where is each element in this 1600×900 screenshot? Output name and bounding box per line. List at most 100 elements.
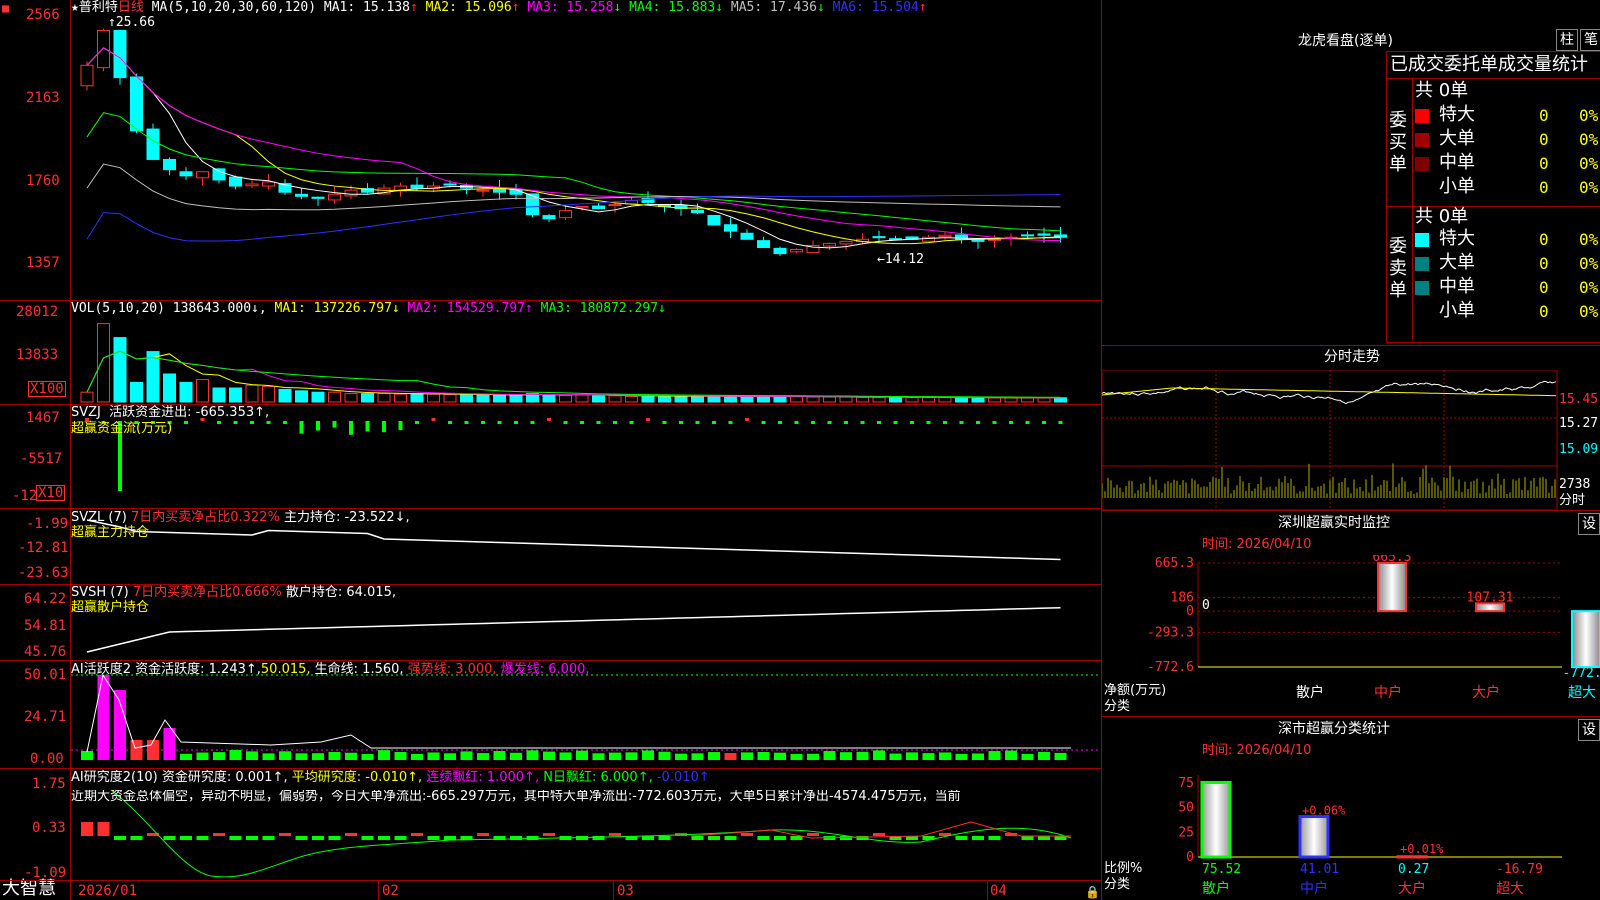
- menu-icon[interactable]: ■: [2, 2, 9, 14]
- candle: [311, 196, 325, 199]
- lock-icon[interactable]: 🔒: [1085, 886, 1100, 898]
- candle: [179, 171, 193, 177]
- order-type: 特大: [1439, 228, 1475, 249]
- research-bar: [1038, 836, 1050, 840]
- candle: [476, 189, 490, 192]
- fund-flow-bar: [1009, 421, 1013, 424]
- volume-bar: [97, 323, 110, 403]
- svsh-sub: 超赢散户持仓: [71, 600, 150, 615]
- activity-bar: [724, 752, 737, 760]
- ma-line: [86, 47, 1061, 245]
- volume-bar: [179, 381, 193, 403]
- activity-bar: [922, 753, 935, 760]
- volume-bar: [839, 396, 853, 403]
- x-tick: 2026/01: [78, 883, 138, 899]
- bar-mode-button[interactable]: 柱: [1556, 29, 1578, 51]
- activity-bar: [790, 753, 803, 760]
- order-pct: 0%: [1579, 154, 1599, 173]
- ma-line: [86, 163, 1061, 211]
- volume-bar: [625, 395, 638, 403]
- candle: [410, 184, 424, 189]
- x-tick: 03: [617, 883, 634, 899]
- activity-bar: [510, 752, 522, 760]
- research-bar: [774, 836, 786, 840]
- fund-flow-bar: [728, 421, 733, 424]
- svzl-tick: -1.99: [26, 516, 69, 532]
- sz-class-chart: 75 50 25 0 75.52 散户 +0.06% 41.01 中户 +0.01% 0.27 大户 -…: [1178, 775, 1562, 897]
- volume-bar: [938, 397, 952, 403]
- order-type: 小单: [1439, 176, 1475, 197]
- ai1-header: AI活跃度2 资金活跃度: 1.243↑,50.015, 生命线: 1.560,…: [71, 662, 590, 677]
- volume-bar: [1054, 397, 1067, 403]
- candle: [823, 242, 836, 247]
- fund-flow-bar: [662, 421, 667, 424]
- sz-class-date: 时间: 2026/04/10: [1202, 743, 1312, 758]
- research-bar: [873, 833, 885, 836]
- sz-class-settings-button[interactable]: 设: [1578, 719, 1600, 741]
- zero-label: 0: [1202, 598, 1210, 613]
- volume-bar: [988, 397, 1001, 403]
- candle: [971, 239, 985, 242]
- candle: [443, 183, 457, 186]
- activity-bar: [328, 751, 341, 760]
- sz-monitor-cat-label: 分类: [1104, 699, 1131, 714]
- svsh-header: SVSH (7) 7日内买卖净占比0.666% 散户持仓: 64.015,: [71, 585, 396, 600]
- order-count: 0: [1539, 278, 1549, 297]
- volume-bar: [542, 394, 556, 403]
- research-bar: [345, 833, 357, 836]
- sz-monitor-settings-button[interactable]: 设: [1578, 513, 1600, 535]
- order-count: 0: [1539, 154, 1549, 173]
- activity-bar: [873, 750, 885, 760]
- research-bar: [361, 836, 374, 840]
- fund-flow-bar: [877, 421, 881, 424]
- fund-flow-bar: [844, 421, 848, 424]
- kline-chart-area[interactable]: [71, 0, 1101, 880]
- stock-name: 普利特: [78, 0, 118, 15]
- fenshi-tick: 15.27: [1559, 416, 1599, 431]
- intraday-chart[interactable]: [1102, 370, 1600, 510]
- fund-flow-bar: [217, 421, 221, 424]
- order-pct: 0%: [1579, 106, 1599, 125]
- main-chart-header: ★普利特日线 MA(5,10,20,30,60,120) MA1: 15.138…: [71, 0, 927, 15]
- activity-bar: [180, 753, 192, 760]
- longhu-subtitle: 已成交委托单成交量统计: [1390, 54, 1588, 75]
- volume-bar: [641, 395, 655, 403]
- vol-ma-value-3: MA3: 180872.297↓: [532, 301, 666, 316]
- candle: [229, 176, 242, 187]
- candle: [212, 168, 226, 181]
- activity-bar: [493, 751, 506, 760]
- research-bar: [972, 836, 984, 840]
- volume-bar: [806, 396, 820, 403]
- order-pct: 0%: [1579, 278, 1599, 297]
- fenshi-title: 分时走势: [1324, 349, 1380, 365]
- volume-bar: [245, 384, 259, 403]
- bar-value-label: 665.3: [1372, 555, 1411, 565]
- y-tick: 75: [1178, 776, 1194, 791]
- candle: [740, 232, 754, 240]
- bar-value-label: -772.6: [1563, 666, 1600, 681]
- x-divider: [613, 880, 614, 900]
- activity-bar: [279, 751, 291, 760]
- research-bar: [444, 836, 456, 840]
- tick-mode-button[interactable]: 笔: [1580, 29, 1600, 51]
- chart-canvas[interactable]: [71, 0, 1101, 900]
- period-label[interactable]: 日线: [118, 0, 144, 15]
- volume-bar: [295, 390, 308, 403]
- fund-flow-bar: [695, 421, 700, 424]
- activity-bar: [988, 751, 1001, 760]
- volume-bar: [113, 337, 127, 403]
- fund-flow-bar: [778, 421, 782, 424]
- volume-bar: [410, 393, 424, 403]
- ratio-delta: +0.06%: [1302, 804, 1346, 818]
- volume-bar: [443, 393, 457, 403]
- activity-bar: [625, 752, 638, 760]
- net-flow-bar: [1377, 562, 1407, 613]
- research-bar: [229, 836, 242, 840]
- volume-bar: [278, 388, 292, 403]
- ai2-tick: 1.75: [32, 776, 66, 792]
- fund-flow-bar: [976, 421, 980, 424]
- ai2-header: AI研究度2(10) 资金研究度: 0.001↑, 平均研究度: -0.010↑…: [71, 770, 710, 785]
- candle: [97, 29, 110, 69]
- sz-monitor-title: 深圳超赢实时监控: [1278, 515, 1390, 531]
- research-bar: [477, 833, 489, 836]
